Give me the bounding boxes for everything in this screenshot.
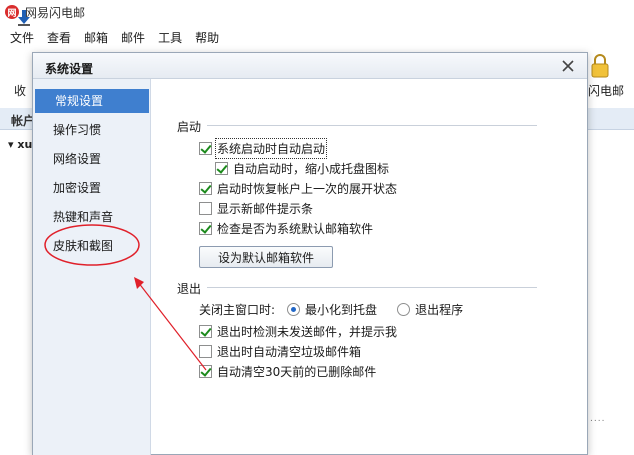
menubar: 文件 查看 邮箱 邮件 工具 帮助	[0, 28, 232, 48]
close-icon	[562, 60, 574, 72]
empty-junk-label: 退出时自动清空垃圾邮件箱	[217, 345, 362, 359]
app-logo-icon: 网	[5, 5, 19, 19]
app-titlebar: 网 网易闪电邮	[0, 0, 634, 24]
radio-quit-option[interactable]: 退出程序	[397, 301, 463, 318]
close-button[interactable]	[557, 56, 579, 76]
set-default-mail-button[interactable]: 设为默认邮箱软件	[199, 246, 333, 268]
menu-file[interactable]: 文件	[10, 28, 34, 48]
restore-expand-label: 启动时恢复帐户上一次的展开状态	[217, 182, 398, 196]
opt-empty-junk[interactable]: 退出时自动清空垃圾邮件箱	[199, 343, 361, 360]
settings-dialog: 系统设置 常规设置 操作习惯 网络设置 加密设置 热键和声音 皮肤和截图 启动 …	[32, 52, 588, 455]
nav-skin-screenshot[interactable]: 皮肤和截图	[33, 234, 151, 258]
startup-section-divider	[207, 125, 537, 126]
purge-deleted-label: 自动清空30天前的已删除邮件	[217, 365, 377, 379]
menu-mail[interactable]: 邮件	[121, 28, 145, 48]
menu-mailbox[interactable]: 邮箱	[84, 28, 108, 48]
opt-check-unsent[interactable]: 退出时检测未发送邮件，并提示我	[199, 323, 397, 340]
opt-purge-deleted[interactable]: 自动清空30天前的已删除邮件	[199, 363, 376, 380]
nav-hotkeys-sound[interactable]: 热键和声音	[33, 205, 151, 229]
autostart-label: 系统启动时自动启动	[214, 138, 328, 159]
settings-content: 启动 系统启动时自动启动 自动启动时，缩小成托盘图标 启动时恢复帐户上一次的展开…	[151, 79, 587, 455]
exit-section-divider	[207, 287, 537, 288]
radio-quit[interactable]	[397, 303, 411, 316]
check-default-label: 检查是否为系统默认邮箱软件	[217, 222, 374, 236]
nav-network[interactable]: 网络设置	[33, 147, 151, 171]
opt-restore-expand[interactable]: 启动时恢复帐户上一次的展开状态	[199, 180, 397, 197]
receive-arrow-icon[interactable]	[18, 10, 30, 26]
close-window-row: 关闭主窗口时: 最小化到托盘 退出程序	[199, 301, 463, 318]
app-title: 网易闪电邮	[25, 5, 86, 20]
nav-general[interactable]: 常规设置	[35, 89, 149, 113]
startup-section-header: 启动	[177, 120, 202, 134]
resize-grip-dots: ....	[590, 414, 606, 424]
opt-check-default[interactable]: 检查是否为系统默认邮箱软件	[199, 220, 373, 237]
restore-expand-checkbox[interactable]	[199, 182, 212, 195]
receive-button-label[interactable]: 收	[14, 82, 26, 99]
opt-minimize-tray[interactable]: 自动启动时，缩小成托盘图标	[215, 160, 389, 177]
radio-minimize-label: 最小化到托盘	[305, 303, 378, 317]
empty-junk-checkbox[interactable]	[199, 345, 212, 358]
nav-habits[interactable]: 操作习惯	[33, 118, 151, 142]
account-tree-node[interactable]: ▾ xu	[8, 138, 32, 151]
menu-view[interactable]: 查看	[47, 28, 71, 48]
dialog-title: 系统设置	[45, 62, 94, 76]
nav-encryption[interactable]: 加密设置	[33, 176, 151, 200]
new-mail-bar-checkbox[interactable]	[199, 202, 212, 215]
right-header-strip	[588, 108, 634, 130]
lock-icon[interactable]	[590, 54, 610, 78]
opt-new-mail-bar[interactable]: 显示新邮件提示条	[199, 200, 313, 217]
menu-tools[interactable]: 工具	[158, 28, 182, 48]
check-unsent-checkbox[interactable]	[199, 325, 212, 338]
exit-section-header: 退出	[177, 282, 202, 296]
settings-nav: 常规设置 操作习惯 网络设置 加密设置 热键和声音 皮肤和截图	[33, 79, 151, 455]
autostart-checkbox[interactable]	[199, 142, 212, 155]
check-default-checkbox[interactable]	[199, 222, 212, 235]
dialog-titlebar[interactable]: 系统设置	[33, 53, 587, 79]
flash-mail-button-label[interactable]: 闪电邮	[588, 82, 624, 99]
opt-autostart[interactable]: 系统启动时自动启动	[199, 138, 328, 159]
account-node-label: xu	[17, 138, 33, 151]
minimize-tray-checkbox[interactable]	[215, 162, 228, 175]
radio-quit-label: 退出程序	[415, 303, 464, 317]
minimize-tray-label: 自动启动时，缩小成托盘图标	[233, 162, 390, 176]
radio-minimize[interactable]	[287, 303, 301, 316]
purge-deleted-checkbox[interactable]	[199, 365, 212, 378]
close-window-label: 关闭主窗口时:	[199, 303, 276, 317]
menu-help[interactable]: 帮助	[195, 28, 219, 48]
radio-minimize-option[interactable]: 最小化到托盘	[287, 301, 377, 318]
check-unsent-label: 退出时检测未发送邮件，并提示我	[217, 325, 398, 339]
new-mail-bar-label: 显示新邮件提示条	[217, 202, 314, 216]
